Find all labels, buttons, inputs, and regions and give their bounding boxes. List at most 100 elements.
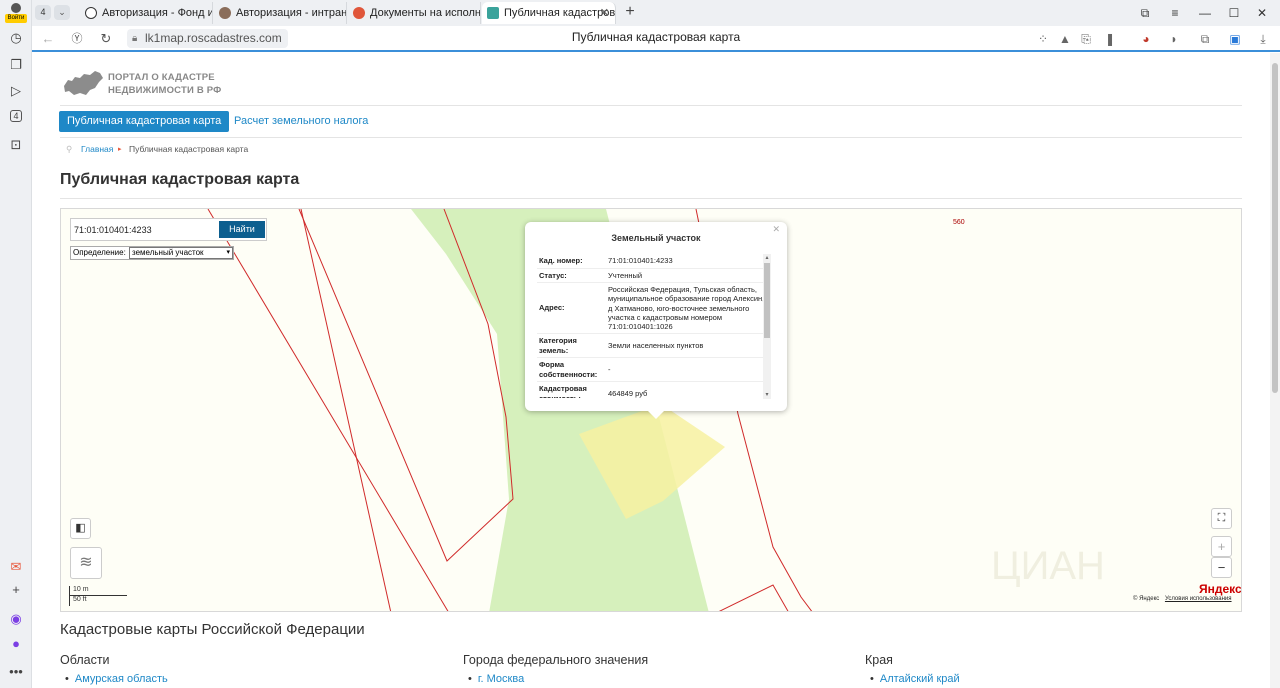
close-tab-icon[interactable]: ✕ [600, 2, 609, 24]
copyright-text: © Яндекс [1133, 596, 1160, 602]
translate-icon[interactable]: ⎘ [1078, 31, 1094, 47]
fullscreen-icon[interactable]: ⛶ [1211, 508, 1232, 529]
popup-scrollbar[interactable]: ▴ ▾ [763, 254, 771, 399]
row-key: Категория земель: [539, 336, 577, 355]
scroll-down-icon[interactable]: ▾ [763, 391, 771, 399]
alice-icon[interactable]: ● [8, 636, 24, 652]
row-value: Учтенный [608, 270, 643, 280]
nav-land-tax[interactable]: Расчет земельного налога [234, 111, 368, 132]
yandex-logo: Яндекс [1199, 582, 1242, 596]
breadcrumb-home[interactable]: Главная [81, 144, 113, 155]
yandex-shield-icon[interactable]: Ⓨ [69, 31, 85, 47]
list-item[interactable]: • Амурская область [65, 673, 168, 685]
tab-fond[interactable]: Авторизация - Фонд иму [80, 2, 213, 24]
protect-icon[interactable]: ▣ [1227, 31, 1243, 47]
browser-sidebar: Войти ◷ ❐ ▷ 4 ⊡ ✉ + ◉ ● ••• [0, 0, 32, 688]
breadcrumb-arrow-icon: ▸ [118, 146, 122, 153]
row-value: Земли населенных пунктов [608, 341, 704, 351]
tab-intranet[interactable]: Авторизация - интранет [214, 2, 347, 24]
row-key: Адрес: [539, 303, 565, 313]
row-value: Российская Федерация, Тульская область, … [608, 285, 765, 332]
more-icon[interactable]: ••• [8, 664, 24, 680]
site-logo[interactable]: ПОРТАЛ О КАДАСТРЕ НЕДВИЖИМОСТИ В РФ [62, 68, 262, 100]
reader-icon[interactable]: ▲ [1057, 31, 1073, 47]
scroll-up-icon[interactable]: ▴ [763, 254, 771, 262]
intranet-icon [219, 7, 231, 19]
url-field[interactable]: 🔒︎ lk1map.roscadastres.com [127, 29, 288, 48]
row-key: Статус: [539, 270, 567, 280]
cadastral-map[interactable]: ЦИАН 560 Найти Определение: земельный уч… [60, 208, 1242, 612]
tabs-badge-icon[interactable]: 4 [10, 110, 22, 122]
parcel-boundary [207, 209, 449, 611]
add-panel-icon[interactable]: + [8, 582, 24, 598]
layers-icon[interactable]: ≋ [70, 547, 102, 579]
zoom-in-button[interactable]: + [1211, 536, 1232, 557]
scale-feet: 50 ft [69, 596, 99, 606]
tab-cadastral-map[interactable]: Публичная кадастровая ✕ [482, 2, 616, 24]
find-button[interactable]: Найти [219, 221, 265, 238]
documents-icon [353, 7, 365, 19]
login-label: Войти [5, 14, 27, 23]
downloads-icon[interactable]: ⤓ [1255, 31, 1271, 47]
play-icon[interactable]: ▷ [8, 83, 24, 99]
screenshot-icon[interactable]: ⊡ [8, 137, 24, 153]
tab-documents[interactable]: Документы на исполнен [348, 2, 481, 24]
list-item-link[interactable]: Алтайский край [880, 673, 960, 685]
popup-tail [647, 410, 665, 419]
nav-public-map[interactable]: Публичная кадастровая карта [59, 111, 230, 132]
bookmarks-manager-icon[interactable]: ⧉ [1137, 5, 1153, 21]
collections-icon[interactable]: ❐ [8, 57, 24, 73]
collections-toolbar-icon[interactable]: ⧉ [1197, 31, 1213, 47]
row-value: 464849 руб [608, 389, 648, 398]
arrow-login-icon [85, 7, 97, 19]
list-item-link[interactable]: Амурская область [75, 673, 168, 685]
address-bar: ← Ⓨ ↻ 🔒︎ lk1map.roscadastres.com Публичн… [32, 26, 1280, 52]
table-row: Форма собственности: - [537, 358, 769, 383]
extension-avatar-icon[interactable]: ◕ [1138, 31, 1154, 47]
logo-text: ПОРТАЛ О КАДАСТРЕ НЕДВИЖИМОСТИ В РФ [108, 71, 222, 97]
back-icon[interactable]: ← [40, 31, 56, 47]
close-window-icon[interactable]: ✕ [1254, 5, 1270, 21]
terms-link[interactable]: Условия использования [1165, 596, 1232, 602]
ruler-toggle-icon[interactable]: ◧ [70, 518, 91, 539]
history-icon[interactable]: ◷ [8, 30, 24, 46]
plot-number-label: 560 [953, 219, 965, 226]
map-scale: 10 m 50 ft [69, 586, 127, 606]
cadastral-number-input[interactable] [74, 221, 214, 238]
logo-line2: НЕДВИЖИМОСТИ В РФ [108, 85, 222, 96]
list-item[interactable]: • Алтайский край [870, 673, 960, 685]
url-text: lk1map.roscadastres.com [145, 31, 282, 45]
table-row: Статус: Учтенный [537, 269, 769, 283]
tabs-dropdown-icon[interactable]: ⌄ [54, 5, 70, 20]
messenger-icon[interactable]: ◉ [8, 611, 24, 627]
profile-button[interactable]: Войти [4, 3, 28, 23]
russia-map-icon [64, 71, 103, 95]
list-item-link[interactable]: г. Москва [478, 673, 524, 685]
page-scroll-thumb[interactable] [1272, 63, 1278, 393]
table-row: Кадастровая стоимость: 464849 руб [537, 382, 769, 398]
minimize-icon[interactable]: — [1197, 5, 1213, 21]
zoom-out-button[interactable]: − [1211, 557, 1232, 578]
definition-label: Определение: [73, 248, 126, 257]
extensions-icon[interactable]: ⁘ [1035, 31, 1051, 47]
scroll-thumb[interactable] [764, 263, 770, 338]
page-scrollbar[interactable] [1270, 53, 1280, 688]
bookmark-icon[interactable]: ❚ [1102, 31, 1118, 47]
pocket-icon[interactable]: ◗ [1166, 31, 1182, 47]
row-key: Кад. номер: [539, 256, 583, 265]
maximize-icon[interactable]: ☐ [1226, 5, 1242, 21]
tab-title: Авторизация - Фонд иму [102, 7, 212, 19]
row-key: Кадастровая стоимость: [539, 384, 587, 398]
mail-icon[interactable]: ✉ [8, 559, 24, 575]
new-tab-button[interactable]: + [622, 4, 638, 20]
list-item[interactable]: • г. Москва [468, 673, 524, 685]
nav-divider [60, 137, 1242, 138]
web-page: ПОРТАЛ О КАДАСТРЕ НЕДВИЖИМОСТИ В РФ Публ… [32, 53, 1270, 688]
tab-title: Документы на исполнен [370, 7, 481, 19]
parcel-info-popup: ✕ Земельный участок Кад. номер: 71:01:01… [525, 222, 787, 419]
menu-icon[interactable]: ≡ [1167, 5, 1183, 21]
tab-count-badge[interactable]: 4 [35, 5, 51, 20]
reload-icon[interactable]: ↻ [98, 31, 114, 47]
heading-divider [60, 198, 1242, 199]
definition-select[interactable]: земельный участок ▾ [129, 247, 233, 259]
